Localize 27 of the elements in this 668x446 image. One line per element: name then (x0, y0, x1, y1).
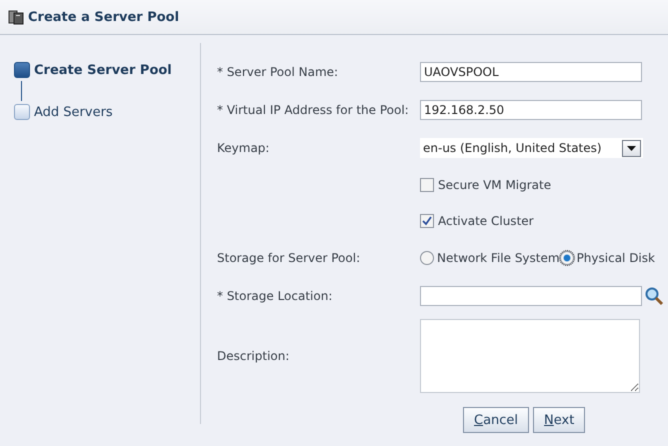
step-label[interactable]: Add Servers (34, 104, 113, 120)
radio-label: Network File System (437, 251, 560, 265)
field-label: Storage for Server Pool: (217, 251, 362, 265)
caret-icon (627, 146, 636, 150)
radio-button[interactable] (420, 251, 434, 265)
checkbox-label: Activate Cluster (438, 214, 534, 228)
text-field[interactable]: 192.168.2.50 (420, 100, 642, 120)
field-label: * Virtual IP Address for the Pool: (217, 103, 410, 117)
text-field[interactable]: UAOVSPOOL (420, 62, 642, 82)
checkbox[interactable] (420, 178, 434, 192)
checkbox[interactable] (420, 214, 434, 228)
page-title: Create a Server Pool (28, 10, 180, 24)
field-label: * Storage Location: (217, 289, 334, 303)
radio-button[interactable] (560, 251, 574, 265)
description-field[interactable] (420, 319, 640, 393)
keymap-dropdown[interactable]: en-us (English, United States) (420, 138, 643, 158)
field-label: Description: (217, 349, 290, 363)
storage-location-field[interactable] (420, 286, 642, 306)
step-label[interactable]: Create Server Pool (34, 62, 172, 78)
wizard-button[interactable]: Next (533, 407, 586, 433)
field-label: * Server Pool Name: (217, 65, 340, 79)
radio-label: Physical Disk (576, 251, 655, 265)
search-icon[interactable] (644, 286, 664, 306)
server-pool-icon (8, 9, 24, 25)
checkbox-label: Secure VM Migrate (438, 178, 552, 192)
field-label: Keymap: (217, 141, 270, 155)
wizard-button[interactable]: Cancel (463, 407, 530, 433)
